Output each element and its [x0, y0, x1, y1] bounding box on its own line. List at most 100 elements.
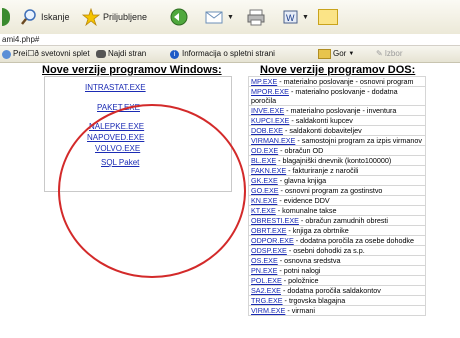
print-icon [247, 9, 265, 26]
page-content: Nove verzije programov Windows: Nove ver… [0, 62, 460, 338]
links-item-web[interactable]: Prei☐ð svetovni splet [2, 46, 90, 62]
search-icon [21, 9, 36, 25]
table-cell: SA2.EXE - dodatna poročila saldakontov [248, 285, 426, 296]
dos-program-link[interactable]: SA2.EXE [251, 286, 281, 295]
dos-program-description: - evidence DDV [277, 196, 330, 205]
table-row: GK.EXE - glavna knjiga [248, 175, 426, 186]
link-volvo[interactable]: VOLVO.EXE [95, 144, 140, 153]
table-row: OBRT.EXE - knjiga za obrtnike [248, 225, 426, 236]
dos-program-description: - knjiga za obrtnike [286, 226, 349, 235]
table-row: OBRESTI.EXE - obračun zamudnih obresti [248, 215, 426, 226]
link-sql-paket[interactable]: SQL Paket [101, 158, 139, 167]
dos-program-link[interactable]: VIRM.EXE [251, 306, 285, 315]
notes-button[interactable] [318, 6, 338, 28]
back-button[interactable] [2, 6, 10, 28]
search-button[interactable]: Iskanje [20, 6, 70, 28]
table-row: BL.EXE - blagajniški dnevnik (konto10000… [248, 155, 426, 166]
links-item-label: Prei☐ð svetovni splet [13, 49, 90, 58]
dos-program-link[interactable]: GK.EXE [251, 176, 278, 185]
table-row: DOB.EXE - saldakonti dobaviteljev [248, 125, 426, 136]
dos-program-description: - blagajniški dnevnik (konto100000) [276, 156, 392, 165]
dos-program-link[interactable]: MP.EXE [251, 77, 277, 86]
table-cell: ODSP.EXE - osebni dohodki za s.p. [248, 245, 426, 256]
table-row: MP.EXE - materialno poslovanje - osnovni… [248, 76, 426, 87]
table-row: FAKN.EXE - fakturiranje z naročili [248, 165, 426, 176]
link-napoved[interactable]: NAPOVED.EXE [87, 133, 144, 142]
dos-program-link[interactable]: PN.EXE [251, 266, 277, 275]
links-item-label: Najdi stran [108, 49, 147, 58]
dos-program-description: - materialno poslovanje - inventura [284, 106, 397, 115]
svg-text:W: W [286, 13, 295, 23]
table-cell: DOB.EXE - saldakonti dobaviteljev [248, 125, 426, 136]
links-item-up[interactable]: Gor ▼ [318, 46, 354, 62]
table-cell: OBRESTI.EXE - obračun zamudnih obresti [248, 215, 426, 226]
dos-program-link[interactable]: KT.EXE [251, 206, 276, 215]
links-item-find[interactable]: Najdi stran [96, 46, 146, 62]
dos-program-link[interactable]: POL.EXE [251, 276, 282, 285]
search-label: Iskanje [41, 12, 70, 22]
table-row: POL.EXE - položnice [248, 275, 426, 286]
table-cell: MPOR.EXE - materialno poslovanje - dodat… [248, 86, 426, 106]
dos-program-link[interactable]: BL.EXE [251, 156, 276, 165]
dos-program-description: - osnovni program za gostinstvo [278, 186, 383, 195]
table-row: SA2.EXE - dodatna poročila saldakontov [248, 285, 426, 296]
dos-program-link[interactable]: FAKN.EXE [251, 166, 286, 175]
links-item-info[interactable]: i Informacija o spletni strani [170, 46, 275, 62]
favorites-button[interactable]: Priljubljene [82, 6, 147, 28]
dos-program-description: - saldakonti dobaviteljev [282, 126, 362, 135]
windows-heading: Nove verzije programov Windows: [42, 64, 222, 76]
dos-program-description: - materialno poslovanje - osnovni progra… [277, 77, 414, 86]
dos-program-description: - obračun zamudnih obresti [298, 216, 389, 225]
dos-program-link[interactable]: GO.EXE [251, 186, 279, 195]
windows-table: INTRASTAT.EXE PAKET.EXE NALEPKE.EXE NAPO… [44, 76, 232, 192]
dos-program-link[interactable]: OBRT.EXE [251, 226, 286, 235]
links-item-flag[interactable]: ✎ Izbor [376, 46, 403, 62]
table-cell: INVE.EXE - materialno poslovanje - inven… [248, 105, 426, 116]
dos-program-link[interactable]: MPOR.EXE [251, 87, 289, 96]
dos-program-link[interactable]: OD.EXE [251, 146, 278, 155]
address-url: ami4.php# [2, 35, 40, 44]
table-cell: OBRT.EXE - knjiga za obrtnike [248, 225, 426, 236]
dos-program-link[interactable]: INVE.EXE [251, 106, 284, 115]
dos-program-description: - osebni dohodki za s.p. [286, 246, 365, 255]
mail-icon [205, 11, 223, 24]
link-intrastat[interactable]: INTRASTAT.EXE [85, 83, 146, 92]
globe-icon [2, 49, 11, 59]
dos-program-description: - dodatna poročila za osebe dohodke [293, 236, 415, 245]
dos-program-link[interactable]: VIRMAN.EXE [251, 136, 295, 145]
browser-toolbar: Iskanje Priljubljene ▼ W ▼ [0, 0, 460, 35]
dos-program-link[interactable]: ODPOR.EXE [251, 236, 294, 245]
dos-program-description: - komunalne takse [275, 206, 337, 215]
dos-program-description: - virmani [285, 306, 315, 315]
edit-button[interactable]: W ▼ [282, 6, 309, 28]
dos-program-link[interactable]: OBRESTI.EXE [251, 216, 299, 225]
dos-program-link[interactable]: KUPCI.EXE [251, 116, 289, 125]
table-cell: MP.EXE - materialno poslovanje - osnovni… [248, 76, 426, 87]
dos-program-description: - trgovska blagajna [282, 296, 346, 305]
table-row: INVE.EXE - materialno poslovanje - inven… [248, 105, 426, 116]
table-row: OS.EXE - osnovna sredstva [248, 255, 426, 266]
mail-button[interactable]: ▼ [204, 6, 234, 28]
table-row: MPOR.EXE - materialno poslovanje - dodat… [248, 86, 426, 106]
dos-program-description: - fakturiranje z naročili [286, 166, 359, 175]
table-cell: TRG.EXE - trgovska blagajna [248, 295, 426, 306]
dos-program-link[interactable]: OS.EXE [251, 256, 278, 265]
dos-program-description: - samostojni program za izpis virmanov [295, 136, 422, 145]
table-row: ODSP.EXE - osebni dohodki za s.p. [248, 245, 426, 256]
link-nalepke[interactable]: NALEPKE.EXE [89, 122, 144, 131]
table-cell: GK.EXE - glavna knjiga [248, 175, 426, 186]
chevron-down-icon: ▼ [348, 51, 355, 57]
table-cell: OS.EXE - osnovna sredstva [248, 255, 426, 266]
dos-program-link[interactable]: KN.EXE [251, 196, 277, 205]
dos-program-link[interactable]: ODSP.EXE [251, 246, 287, 255]
dos-program-link[interactable]: DOB.EXE [251, 126, 283, 135]
address-bar[interactable]: ami4.php# [0, 34, 460, 46]
table-row: KN.EXE - evidence DDV [248, 195, 426, 206]
table-row: VIRMAN.EXE - samostojni program za izpis… [248, 135, 426, 146]
chevron-down-icon: ▼ [302, 13, 309, 21]
dos-program-link[interactable]: TRG.EXE [251, 296, 283, 305]
link-paket[interactable]: PAKET.EXE [97, 103, 140, 112]
binoculars-icon [96, 50, 106, 58]
history-button[interactable] [168, 6, 190, 28]
print-button[interactable] [246, 6, 266, 28]
